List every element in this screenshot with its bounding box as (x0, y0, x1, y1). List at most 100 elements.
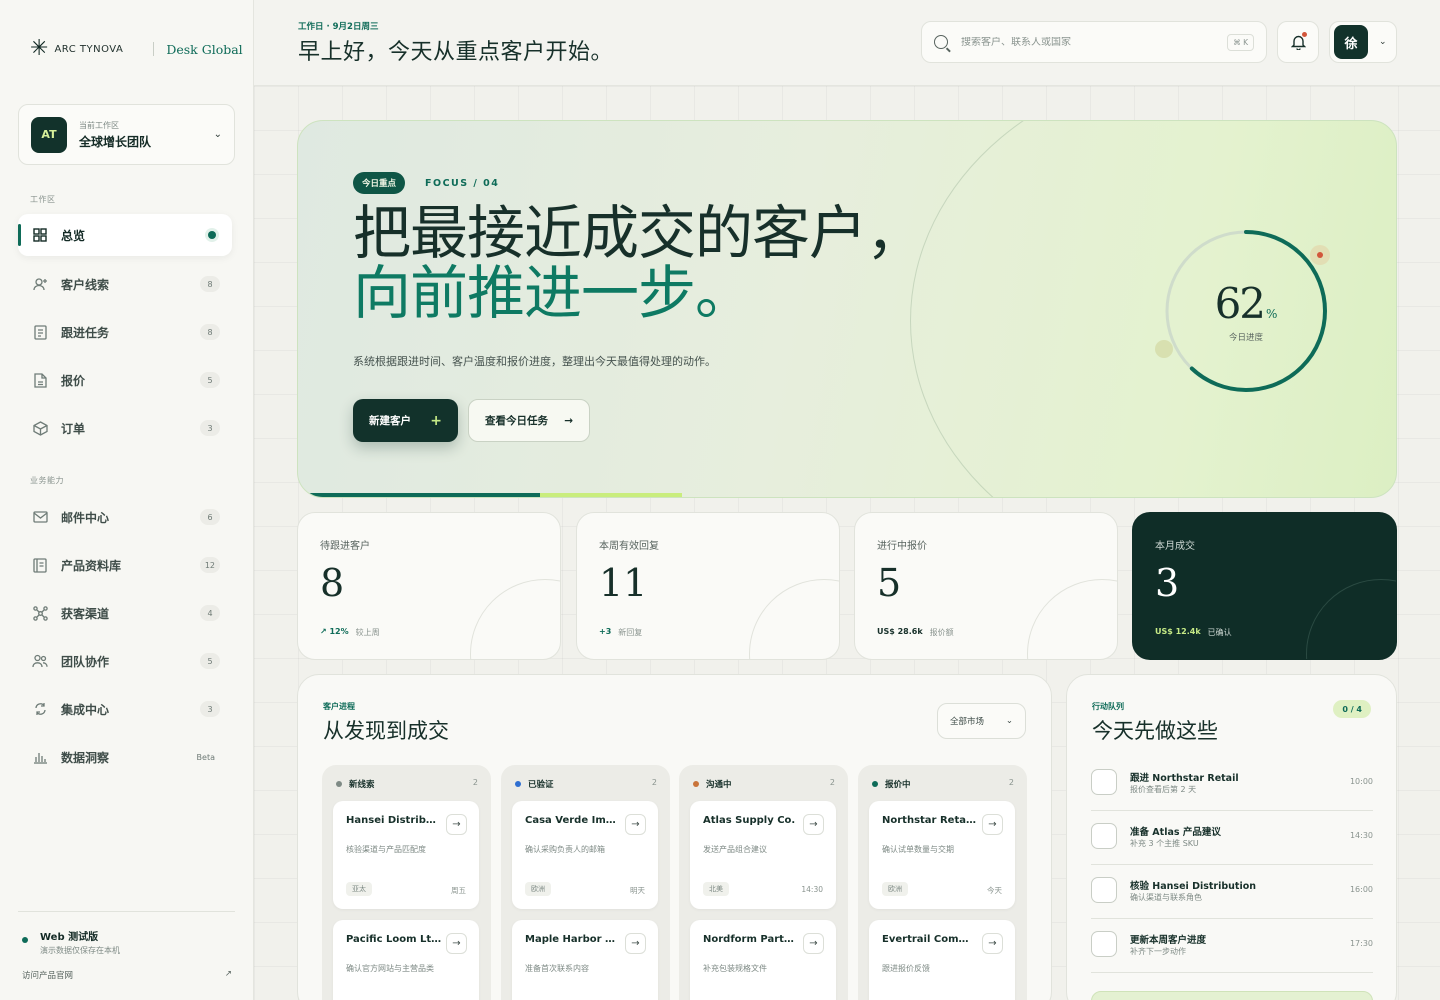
todo-checkbox[interactable] (1091, 931, 1117, 957)
arrow-right-icon[interactable]: → (982, 933, 1003, 954)
view-tasks-button[interactable]: 查看今日任务 → (468, 399, 590, 442)
arrow-right-icon[interactable]: → (625, 814, 646, 835)
sidebar-item-integrations[interactable]: 集成中心 3 (18, 688, 232, 730)
count-badge: 8 (200, 276, 220, 292)
stat-caption: 较上周 (355, 628, 380, 637)
pipeline-lane: 新线索 2 Hansei Distribu… → 核验渠道与产品匹配度 亚太 周五 Pacif… (322, 765, 491, 1000)
progress-value: 62% (1156, 279, 1336, 328)
stat-amount: US$ 12.4k (1155, 627, 1201, 636)
web-test-status: Web 测试版 演示数据仅保存在本机 (22, 928, 120, 956)
sidebar-item-quotes[interactable]: 报价 5 (18, 359, 232, 401)
sidebar-item-leads[interactable]: 客户线索 8 (18, 263, 232, 305)
sidebar-item-label: 获客渠道 (61, 606, 110, 621)
notifications-button[interactable] (1277, 21, 1319, 63)
todo-item[interactable]: 准备 Atlas 产品建议 补充 3 个主推 SKU 14:30 (1091, 811, 1373, 865)
todo-item-subtitle: 报价查看后第 2 天 (1130, 785, 1197, 794)
progress-segment (540, 493, 682, 497)
lane-header: 沟通中 (693, 778, 732, 790)
arrow-right-icon[interactable]: → (803, 933, 824, 954)
todo-item[interactable]: 更新本周客户进度 补齐下一步动作 17:30 (1091, 919, 1373, 973)
sidebar-item-channels[interactable]: 获客渠道 4 (18, 592, 232, 634)
sidebar-item-team[interactable]: 团队协作 5 (18, 640, 232, 682)
divider (18, 911, 235, 912)
chevron-down-icon: ⌄ (1379, 37, 1387, 47)
todo-title: 今天先做这些 (1092, 719, 1218, 743)
arrow-right-icon[interactable]: → (446, 814, 467, 835)
stat-card-deals[interactable]: 本月成交 3 US$ 12.4k 已确认 (1132, 512, 1397, 660)
hero-description: 系统根据跟进时间、客户温度和报价进度，整理出今天最值得处理的动作。 (353, 355, 716, 368)
sidebar-item-orders[interactable]: 订单 3 (18, 407, 232, 449)
pipeline-lane: 报价中 2 Northstar Retai… → 确认试单数量与交期 欧洲 今天 Evertr… (858, 765, 1027, 1000)
deal-next-step: 跟进报价反馈 (882, 964, 930, 973)
arrow-right-icon[interactable]: → (982, 814, 1003, 835)
stat-card-replies[interactable]: 本周有效回复 11 +3 新回复 (576, 512, 840, 660)
search-input[interactable] (961, 36, 1228, 48)
search-bar[interactable]: ⌘ K (921, 21, 1267, 63)
deal-company: Pacific Loom Ltd. (346, 934, 442, 945)
deal-card[interactable]: Northstar Retai… → 确认试单数量与交期 欧洲 今天 (869, 801, 1015, 909)
deal-due: 14:30 (801, 885, 823, 894)
arrow-right-icon[interactable]: → (803, 814, 824, 835)
box-icon (32, 420, 48, 436)
todo-checkbox[interactable] (1091, 877, 1117, 903)
count-badge: 4 (200, 605, 220, 621)
chevron-down-icon: ⌄ (213, 129, 222, 140)
lane-count: 2 (1008, 778, 1014, 787)
visit-website-link[interactable]: 访问产品官网 ↗ (22, 969, 232, 981)
todo-checkbox[interactable] (1091, 823, 1117, 849)
decorative-circle (749, 579, 839, 659)
market-filter[interactable]: 全部市场 ⌄ (937, 703, 1026, 739)
todo-item[interactable]: 核验 Hansei Distribution 确认渠道与联系角色 16:00 (1091, 865, 1373, 919)
arrow-right-icon[interactable]: → (625, 933, 646, 954)
deal-card[interactable]: Evertrail Comm… → 跟进报价反馈 (869, 920, 1015, 1000)
pipeline-lane: 已验证 2 Casa Verde Imp… → 确认采购负责人的邮箱 欧洲 明天 Maple … (501, 765, 670, 1000)
focus-chip: 今日重点 (353, 172, 406, 194)
team-icon (32, 653, 48, 669)
lane-title: 已验证 (528, 780, 554, 790)
date-label: 工作日 · 9月2日周三 (298, 22, 379, 32)
workspace-avatar: AT (31, 116, 67, 153)
sidebar-item-label: 客户线索 (61, 277, 110, 292)
pipeline-title: 从发现到成交 (323, 719, 449, 743)
pipeline-panel: 客户进程 从发现到成交 全部市场 ⌄ 新线索 2 Hansei Distribu… →… (297, 674, 1052, 1000)
arrow-right-icon[interactable]: → (446, 933, 467, 954)
focus-counter: FOCUS / 04 (425, 178, 500, 189)
brand[interactable]: ✳ ARC TYNOVA Desk Global (30, 36, 243, 62)
sidebar-item-insights[interactable]: 数据洞察 Beta (18, 736, 232, 778)
sidebar-item-mail[interactable]: 邮件中心 6 (18, 496, 232, 538)
deal-card[interactable]: Atlas Supply Co. → 发送产品组合建议 北美 14:30 (690, 801, 836, 909)
todo-item[interactable]: 跟进 Northstar Retail 报价查看后第 2 天 10:00 (1091, 757, 1373, 811)
sidebar-item-library[interactable]: 产品资料库 12 (18, 544, 232, 586)
deal-card[interactable]: Hansei Distribu… → 核验渠道与产品匹配度 亚太 周五 (333, 801, 479, 909)
search-icon (934, 35, 948, 49)
pipeline-kicker: 客户进程 (323, 702, 355, 711)
todo-checkbox[interactable] (1091, 769, 1117, 795)
action-queue-panel: 行动队列 今天先做这些 0 / 4 跟进 Northstar Retail 报价… (1066, 674, 1397, 1000)
sync-icon (32, 701, 48, 717)
stat-label: 待跟进客户 (320, 541, 370, 552)
deal-card[interactable]: Nordform Part… → 补充包装规格文件 (690, 920, 836, 1000)
network-icon (32, 605, 48, 621)
nav-section-capabilities: 业务能力 (30, 476, 64, 485)
workspace-switcher[interactable]: AT 当前工作区 全球增长团队 ⌄ (18, 104, 235, 165)
sidebar-item-tasks[interactable]: 跟进任务 8 (18, 311, 232, 353)
deal-card[interactable]: Maple Harbor T… → 准备首次联系内容 (512, 920, 658, 1000)
chevron-down-icon: ⌄ (1005, 716, 1013, 726)
stat-card-pending[interactable]: 待跟进客户 8 ↗ 12% 较上周 (297, 512, 561, 660)
sidebar-item-overview[interactable]: 总览 (18, 214, 232, 256)
hero-progress-bar (298, 493, 1396, 497)
deal-card[interactable]: Pacific Loom Ltd. → 确认官方网站与主营品类 (333, 920, 479, 1000)
deal-company: Evertrail Comm… (882, 934, 978, 945)
stat-card-quotes[interactable]: 进行中报价 5 US$ 28.6k 报价额 (854, 512, 1118, 660)
deal-next-step: 确认官方网站与主营品类 (346, 964, 434, 973)
deal-card[interactable]: Casa Verde Imp… → 确认采购负责人的邮箱 欧洲 明天 (512, 801, 658, 909)
sidebar-item-label: 数据洞察 (61, 750, 110, 765)
brand-name: ARC TYNOVA (54, 43, 124, 55)
count-badge: 3 (200, 701, 220, 717)
new-customer-button[interactable]: 新建客户 + (353, 399, 458, 442)
sidebar-item-label: 订单 (61, 421, 86, 436)
todo-item-subtitle: 补充 3 个主推 SKU (1130, 839, 1199, 848)
stat-value: 11 (599, 561, 648, 605)
user-menu[interactable]: 徐 ⌄ (1329, 21, 1397, 63)
count-badge: 5 (200, 372, 220, 388)
